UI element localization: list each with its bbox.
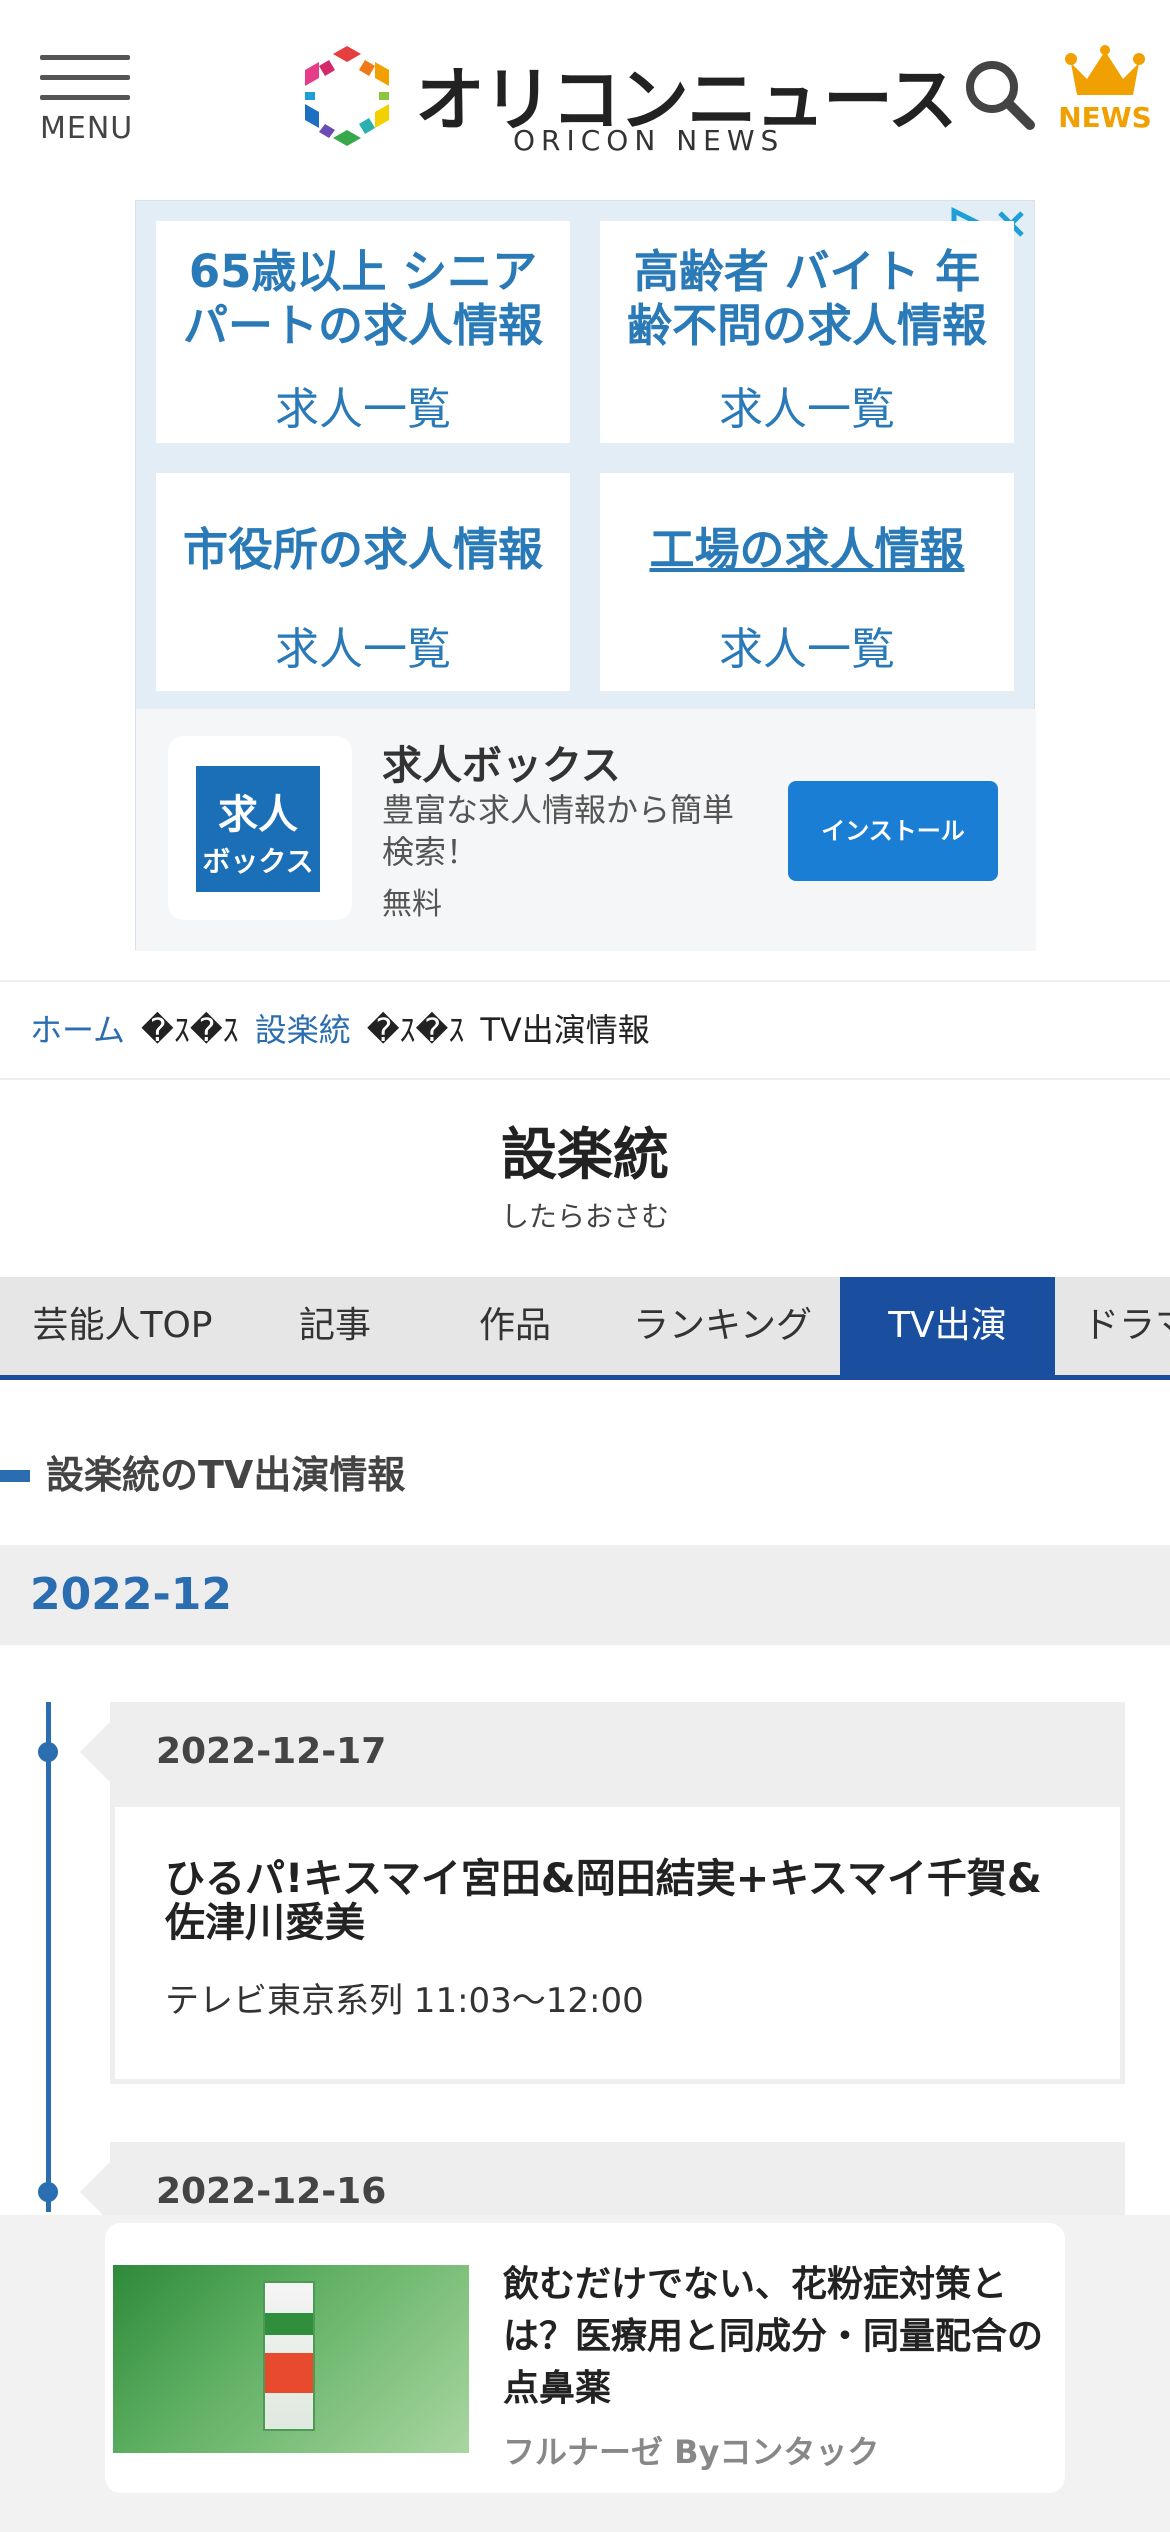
app-price: 無料 <box>382 887 442 922</box>
app-description: 豊富な求人情報から簡単検索！ <box>382 791 735 871</box>
timeline-line <box>46 1702 51 2212</box>
breadcrumb-separator: �ｽ�ｽ <box>141 1011 239 1049</box>
artist-kana: したらおさむ <box>500 1200 669 1233</box>
ad-cell-title: 市役所の求人情報 <box>182 523 543 576</box>
ad-cell[interactable]: 65歳以上 シニアパートの求人情報 求人一覧 <box>156 221 570 443</box>
tab-articles[interactable]: 記事 <box>245 1277 425 1375</box>
search-button[interactable] <box>960 55 1040 135</box>
oricon-news-logo[interactable]: オリコンニュース ORICON NEWS <box>295 42 957 162</box>
site-header: MENU オリコンニュース ORICON NEWS NEWS <box>0 0 1170 200</box>
app-install-ad[interactable]: 求人 ボックス 求人ボックス 豊富な求人情報から簡単検索！ 無料 インストール <box>136 709 1036 951</box>
install-button[interactable]: インストール <box>788 781 998 881</box>
sponsored-article-card[interactable]: 飲むだけでない、花粉症対策とは？医療用と同成分・同量配合の点鼻薬 フルナーゼ B… <box>105 2223 1065 2493</box>
search-icon <box>966 61 1035 130</box>
ad-cell-sub: 求人一覧 <box>275 624 451 675</box>
breadcrumb-home-link[interactable]: ホーム <box>30 1011 125 1049</box>
job-ad-banner[interactable]: 65歳以上 シニアパートの求人情報 求人一覧 高齢者 バイト 年齢不問の求人情報… <box>135 200 1036 951</box>
ad-cell[interactable]: 市役所の求人情報 求人一覧 <box>156 473 570 691</box>
program-title: ひるパ!キスマイ宮田&岡田結実+キスマイ千賀&佐津川愛美 <box>165 1856 1042 1946</box>
tab-ranking[interactable]: ランキング <box>605 1277 840 1375</box>
section-heading: 設楽統のTV出演情報 <box>46 1453 406 1497</box>
app-logo-line1: 求人 <box>218 792 298 838</box>
app-logo: 求人 ボックス <box>196 766 320 892</box>
sponsored-thumbnail <box>113 2265 469 2453</box>
ad-cell-sub: 求人一覧 <box>275 384 451 435</box>
logo-mark-icon <box>305 46 389 146</box>
artist-header: 設楽統 したらおさむ <box>0 1110 1170 1235</box>
ad-cell-sub: 求人一覧 <box>719 384 895 435</box>
tab-works[interactable]: 作品 <box>425 1277 605 1375</box>
timeline-dot <box>38 2182 58 2202</box>
program-broadcast-info: テレビ東京系列 11:03〜12:00 <box>165 1981 644 2021</box>
timeline-dot <box>38 1742 58 1762</box>
tab-tv-appearances[interactable]: TV出演 <box>840 1277 1055 1375</box>
tab-artist-top[interactable]: 芸能人TOP <box>0 1277 245 1375</box>
news-label: NEWS <box>1058 101 1152 134</box>
timeline-date: 2022-12-17 <box>80 1702 1125 1802</box>
breadcrumb-separator: �ｽ�ｽ <box>366 1011 465 1049</box>
artist-name: 設楽統 <box>501 1123 669 1188</box>
menu-label: MENU <box>40 111 134 146</box>
tab-drama[interactable]: ドラマ <box>1055 1277 1170 1375</box>
app-icon: 求人 ボックス <box>168 736 352 920</box>
ad-cell[interactable]: 高齢者 バイト 年齢不問の求人情報 求人一覧 <box>600 221 1014 443</box>
app-logo-line2: ボックス <box>202 845 314 878</box>
news-ranking-button[interactable]: NEWS <box>1055 45 1155 145</box>
program-card-body: ひるパ!キスマイ宮田&岡田結実+キスマイ千賀&佐津川愛美 テレビ東京系列 11:… <box>115 1807 1120 2079</box>
crown-icon <box>1065 45 1145 95</box>
breadcrumb: ホーム �ｽ�ｽ 設楽統 �ｽ�ｽ TV出演情報 <box>0 980 1170 1080</box>
breadcrumb-current: TV出演情報 <box>480 1011 650 1049</box>
breadcrumb-artist-link[interactable]: 設楽統 <box>255 1011 351 1049</box>
ad-cell-title: 工場の求人情報 <box>649 523 965 576</box>
app-name: 求人ボックス <box>382 743 621 789</box>
bottom-sponsored-overlay: 飲むだけでない、花粉症対策とは？医療用と同成分・同量配合の点鼻薬 フルナーゼ B… <box>0 2215 1170 2532</box>
logo-text-en: ORICON NEWS <box>513 124 785 157</box>
ad-cell-sub: 求人一覧 <box>719 624 895 675</box>
menu-button[interactable]: MENU <box>40 55 140 146</box>
ad-cell-title: 65歳以上 シニアパートの求人情報 <box>182 245 543 352</box>
sponsored-by: フルナーゼ Byコンタック <box>503 2433 880 2471</box>
artist-tabs: 芸能人TOP 記事 作品 ランキング TV出演 ドラマ <box>0 1277 1170 1380</box>
program-card[interactable]: ひるパ!キスマイ宮田&岡田結実+キスマイ千賀&佐津川愛美 テレビ東京系列 11:… <box>110 1802 1125 2084</box>
ad-cell[interactable]: 工場の求人情報 求人一覧 <box>600 473 1014 691</box>
sponsored-title: 飲むだけでない、花粉症対策とは？医療用と同成分・同量配合の点鼻薬 <box>503 2264 1044 2409</box>
nasal-spray-product-image <box>263 2281 315 2431</box>
month-header: 2022-12 <box>0 1545 1170 1645</box>
hamburger-icon <box>40 55 140 100</box>
ad-cell-title: 高齢者 バイト 年齢不問の求人情報 <box>626 245 987 352</box>
